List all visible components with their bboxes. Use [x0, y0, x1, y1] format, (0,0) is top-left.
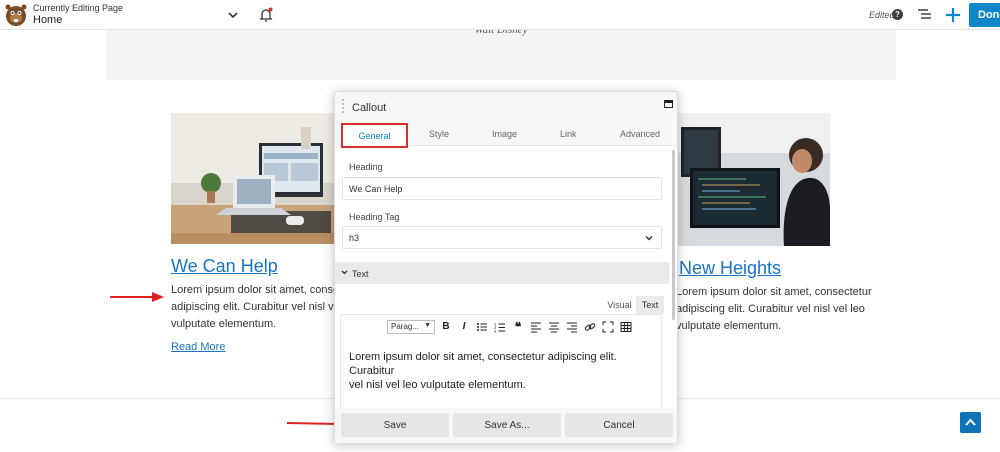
- align-right-icon[interactable]: [566, 321, 578, 333]
- editor-content[interactable]: Lorem ipsum dolor sit amet, consectetur …: [349, 350, 654, 392]
- editor-toolbar: Parag... ▼ B I 123 ❝: [341, 315, 661, 341]
- caret-down-icon: ▼: [424, 322, 431, 329]
- scroll-top-icon[interactable]: [960, 412, 981, 433]
- tab-text[interactable]: Text: [636, 296, 664, 314]
- column-text: Lorem ipsum dolor sit amet, consectetur …: [676, 284, 872, 335]
- column-image-desk: [171, 113, 336, 244]
- align-left-icon[interactable]: [530, 321, 542, 333]
- callout-settings-panel: Callout General Style Image Link Advance…: [334, 91, 678, 443]
- italic-icon[interactable]: I: [458, 321, 470, 333]
- outline-icon[interactable]: [917, 8, 933, 22]
- tab-link[interactable]: Link: [560, 129, 577, 139]
- heading-label: Heading: [349, 162, 383, 172]
- editor-line: Lorem ipsum dolor sit amet, consectetur …: [349, 351, 617, 377]
- heading-tag-select[interactable]: h3: [342, 226, 662, 249]
- tab-visual[interactable]: Visual: [603, 296, 636, 314]
- arrow-annotation-icon: [110, 292, 164, 302]
- editor-line: vel nisl vel leo vulputate elementum.: [349, 379, 526, 391]
- align-center-icon[interactable]: [548, 321, 560, 333]
- heading-input[interactable]: We Can Help: [342, 177, 662, 200]
- save-button[interactable]: Save: [341, 413, 449, 437]
- text-editor[interactable]: Parag... ▼ B I 123 ❝ Lorem ipsum dolor s…: [340, 314, 662, 409]
- drag-handle-icon[interactable]: [341, 98, 345, 114]
- tab-advanced[interactable]: Advanced: [620, 129, 660, 139]
- tab-general[interactable]: General: [341, 123, 408, 148]
- chevron-down-icon[interactable]: [226, 8, 240, 22]
- text-line: Lorem ipsum dolor sit amet, consectetur: [676, 286, 872, 298]
- done-button[interactable]: Done: [969, 3, 1000, 27]
- tab-image[interactable]: Image: [492, 129, 517, 139]
- help-icon[interactable]: ?: [892, 9, 903, 20]
- text-section-toggle[interactable]: Text: [335, 262, 669, 284]
- chevron-down-icon: [645, 236, 653, 241]
- panel-tabs: General Style Image Link Advanced: [335, 122, 677, 148]
- panel-header[interactable]: Callout: [335, 92, 677, 122]
- cancel-button[interactable]: Cancel: [565, 413, 673, 437]
- fullscreen-icon[interactable]: [602, 321, 614, 333]
- save-as-button[interactable]: Save As...: [453, 413, 561, 437]
- quote-icon[interactable]: ❝: [512, 321, 524, 333]
- text-line: vulputate elementum.: [676, 320, 782, 332]
- section-label: Text: [352, 269, 369, 279]
- page-name[interactable]: Home: [33, 14, 62, 26]
- tab-style[interactable]: Style: [429, 129, 449, 139]
- top-bar: Currently Editing Page Home Edited ? Don…: [0, 0, 1000, 30]
- bullet-list-icon[interactable]: [476, 321, 488, 333]
- plus-icon[interactable]: [944, 5, 962, 25]
- beaver-logo-icon[interactable]: [4, 3, 28, 27]
- link-icon[interactable]: [584, 321, 596, 333]
- toolbar-toggle-icon[interactable]: [620, 321, 632, 333]
- column-image-developer: [676, 113, 830, 246]
- maximize-icon[interactable]: [664, 100, 673, 108]
- bell-icon[interactable]: [258, 6, 274, 24]
- edited-status: Edited: [869, 10, 895, 20]
- svg-text:3: 3: [494, 329, 497, 334]
- text-line: adipiscing elit. Curabitur vel nisl vel …: [676, 303, 865, 315]
- read-more-link[interactable]: Read More: [171, 341, 225, 353]
- chevron-down-icon: [341, 270, 348, 275]
- numbered-list-icon[interactable]: 123: [494, 321, 506, 333]
- format-select-value: Parag...: [391, 322, 420, 331]
- editing-label: Currently Editing Page: [33, 3, 124, 13]
- column-title[interactable]: We Can Help: [171, 256, 278, 277]
- heading-tag-value: h3: [349, 233, 360, 243]
- quote-band: Walt Disney: [106, 24, 896, 80]
- panel-title: Callout: [352, 102, 387, 114]
- column-title[interactable]: New Heights: [679, 258, 781, 279]
- bold-icon[interactable]: B: [440, 321, 452, 333]
- format-select[interactable]: Parag... ▼: [387, 320, 435, 334]
- panel-footer: Save Save As... Cancel: [335, 408, 677, 443]
- panel-scrollbar[interactable]: [672, 150, 675, 320]
- heading-tag-label: Heading Tag: [349, 212, 400, 222]
- page: Walt Disney Currently Editing Page Home …: [0, 0, 1000, 452]
